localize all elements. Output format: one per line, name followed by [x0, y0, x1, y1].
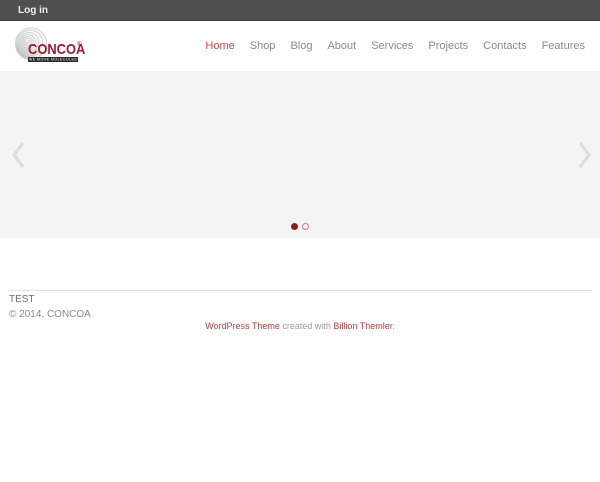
wordpress-theme-link[interactable]: WordPress Theme [205, 321, 280, 331]
nav-item-contacts[interactable]: Contacts [483, 40, 526, 52]
logo-tagline-text: WE MOVE MOLECULES [28, 57, 78, 62]
site-footer: TEST © 2014, CONCOA WordPress Theme crea… [0, 290, 600, 331]
site-header: CONCOA ® WE MOVE MOLECULES Home Shop Blo… [0, 21, 600, 71]
chevron-left-icon [12, 141, 25, 168]
nav-item-about[interactable]: About [327, 40, 356, 52]
copyright-text: © 2014, CONCOA [9, 309, 91, 320]
logo-tagline: WE MOVE MOLECULES [28, 57, 78, 62]
logo-registered-mark: ® [77, 42, 82, 48]
billion-themler-link[interactable]: Billion Themler [333, 321, 392, 331]
nav-item-projects[interactable]: Projects [428, 40, 468, 52]
theme-credit: WordPress Theme created with Billion The… [0, 321, 600, 331]
slider-dot-1[interactable] [291, 223, 298, 230]
nav-item-shop[interactable]: Shop [250, 40, 276, 52]
topbar: Log in [0, 0, 600, 21]
slider-prev-button[interactable] [12, 141, 25, 169]
footer-widget-title: TEST [9, 294, 35, 305]
nav-item-home[interactable]: Home [205, 40, 234, 52]
login-link[interactable]: Log in [18, 5, 48, 16]
footer-divider [8, 290, 592, 291]
nav-item-features[interactable]: Features [542, 40, 585, 52]
chevron-right-icon [578, 141, 591, 168]
slider-dots [0, 223, 600, 230]
hero-slider [0, 71, 600, 238]
credit-middle-text: created with [279, 321, 334, 331]
nav-item-blog[interactable]: Blog [290, 40, 312, 52]
credit-suffix: . [392, 321, 395, 331]
main-nav: Home Shop Blog About Services Projects C… [205, 21, 585, 71]
slider-dot-2[interactable] [302, 223, 309, 230]
slider-next-button[interactable] [578, 141, 591, 169]
site-logo[interactable]: CONCOA ® WE MOVE MOLECULES [8, 27, 88, 67]
nav-item-services[interactable]: Services [371, 40, 413, 52]
